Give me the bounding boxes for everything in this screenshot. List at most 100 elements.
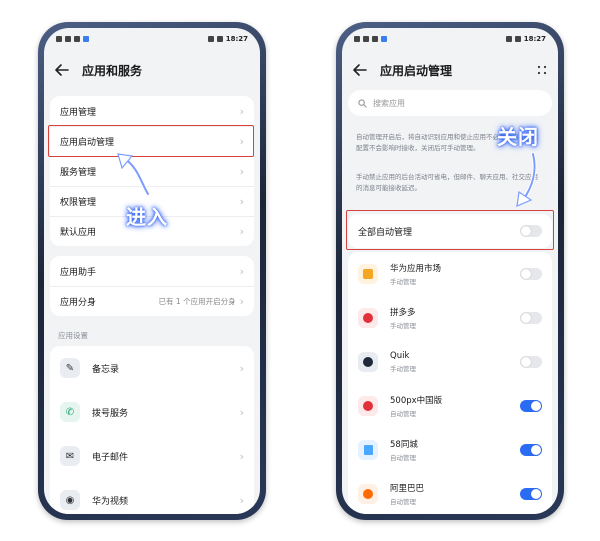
500px-icon (358, 396, 378, 416)
settings-group-apps: ✎ 备忘录 › ✆ 拨号服务 › ✉ 电子邮件 › ◉ 华为视频 › (50, 346, 254, 514)
page-title: 应用和服务 (82, 63, 143, 78)
header: 应用和服务 (44, 52, 260, 88)
status-time: 18:27 (225, 35, 248, 43)
chevron-right-icon: › (239, 405, 244, 419)
phone-frame-left: 18:27 应用和服务 应用管理 › 应用启动管理 › 服务管理 › 权限管理 … (38, 22, 266, 520)
app-name: 拼多多 (390, 308, 416, 318)
app-mode: 手动管理 (390, 322, 416, 330)
header: 应用启动管理 (342, 52, 558, 88)
app-row-58tongcheng: 58同城 自动管理 (348, 428, 552, 472)
section-label-app-settings: 应用设置 (58, 331, 88, 340)
sim-icon (56, 36, 62, 42)
menu-item-memo[interactable]: ✎ 备忘录 › (50, 346, 254, 390)
app-toggle-switch[interactable] (520, 268, 542, 280)
app-toggle-switch[interactable] (520, 312, 542, 324)
pinduoduo-icon (358, 308, 378, 328)
app-name: 58同城 (390, 440, 418, 450)
curved-arrow-down-icon (516, 152, 537, 207)
chevron-right-icon: › (239, 104, 244, 118)
menu-item-app-management[interactable]: 应用管理 › (50, 96, 254, 126)
alarm-icon (207, 36, 214, 42)
search-placeholder: 搜索应用 (373, 98, 405, 108)
battery-icon (216, 36, 223, 42)
app-row-pinduoduo: 拼多多 手动管理 (348, 296, 552, 340)
phone-frame-right: 18:27 应用启动管理 搜索应用 自动管理开启后，将自动识别应用和使止应用不必… (336, 22, 564, 520)
video-icon: ◉ (60, 490, 80, 510)
chevron-right-icon: › (239, 195, 244, 208)
status-time: 18:27 (523, 35, 546, 43)
app-toggle-switch[interactable] (520, 444, 542, 456)
menu-item-label: 应用分身 (60, 298, 97, 308)
curved-arrow-icon (117, 153, 150, 196)
app-row-alibaba: 阿里巴巴 自动管理 (348, 472, 552, 514)
chevron-right-icon: › (239, 449, 244, 463)
menu-item-app-twin[interactable]: 应用分身 已有 1 个应用开启分身 › (50, 286, 254, 316)
menu-item-huawei-video[interactable]: ◉ 华为视频 › (50, 478, 254, 514)
memo-icon: ✎ (60, 358, 80, 378)
alibaba-icon (358, 484, 378, 504)
settings-group-assist: 应用助手 › 应用分身 已有 1 个应用开启分身 › (50, 256, 254, 316)
menu-item-label: 电子邮件 (92, 452, 129, 463)
app-mode: 自动管理 (390, 410, 416, 418)
status-icons-left (56, 36, 89, 42)
chevron-right-icon: › (239, 361, 244, 375)
chevron-right-icon: › (239, 165, 244, 178)
menu-item-email[interactable]: ✉ 电子邮件 › (50, 434, 254, 478)
menu-item-value: 已有 1 个应用开启分身 (158, 297, 236, 306)
app-name: Quik (390, 351, 410, 361)
screen-app-launch-management: 18:27 应用启动管理 搜索应用 自动管理开启后，将自动识别应用和使止应用不必… (342, 28, 558, 514)
search-icon (358, 98, 367, 108)
status-icons-left (354, 36, 387, 42)
menu-item-dialer[interactable]: ✆ 拨号服务 › (50, 390, 254, 434)
back-arrow-icon[interactable] (54, 62, 70, 78)
wifi-icon (74, 36, 80, 42)
app-name: 500px中国版 (390, 396, 443, 406)
app-row-huawei-appgallery: 华为应用市场 手动管理 (348, 252, 552, 296)
signal-icon (363, 36, 369, 42)
app-name: 华为应用市场 (390, 264, 442, 274)
highlight-box (346, 210, 554, 250)
58tongcheng-icon (358, 440, 378, 460)
app-toggle-switch[interactable] (520, 400, 542, 412)
app-toggle-switch[interactable] (520, 488, 542, 500)
wifi-icon (372, 36, 378, 42)
app-mode: 自动管理 (390, 498, 416, 506)
app-mode: 自动管理 (390, 454, 416, 462)
appgallery-icon (358, 264, 378, 284)
page-title: 应用启动管理 (380, 63, 453, 78)
mail-icon: ✉ (60, 446, 80, 466)
app-name: 阿里巴巴 (390, 484, 425, 494)
app-list: 华为应用市场 手动管理 拼多多 手动管理 Quik 手动管理 500px中国版 … (348, 252, 552, 514)
annotation-enter: 进入 (126, 205, 168, 229)
menu-item-label: 备忘录 (92, 364, 120, 375)
chevron-right-icon: › (239, 295, 244, 308)
menu-item-label: 应用管理 (60, 107, 97, 118)
status-icons-right: 18:27 (207, 35, 248, 43)
app-notification-icon (83, 36, 89, 42)
chevron-right-icon: › (239, 225, 244, 238)
alarm-icon (505, 36, 512, 42)
app-mode: 手动管理 (390, 278, 416, 286)
sim-icon (354, 36, 360, 42)
chevron-right-icon: › (239, 493, 244, 507)
back-arrow-icon[interactable] (352, 62, 368, 78)
app-toggle-switch[interactable] (520, 356, 542, 368)
menu-item-label: 华为视频 (92, 496, 129, 507)
annotation-close: 关闭 (497, 125, 539, 149)
menu-item-label: 拨号服务 (92, 408, 129, 419)
app-notification-icon (381, 36, 387, 42)
status-bar: 18:27 (44, 28, 260, 50)
app-mode: 手动管理 (390, 365, 416, 373)
search-input[interactable]: 搜索应用 (348, 90, 552, 116)
quik-icon (358, 352, 378, 372)
signal-icon (65, 36, 71, 42)
status-icons-right: 18:27 (505, 35, 546, 43)
screen-app-services: 18:27 应用和服务 应用管理 › 应用启动管理 › 服务管理 › 权限管理 … (44, 28, 260, 514)
menu-item-label: 应用助手 (60, 267, 97, 278)
chevron-right-icon: › (239, 264, 244, 278)
battery-icon (514, 36, 521, 42)
menu-item-app-assistant[interactable]: 应用助手 › (50, 256, 254, 286)
phone-icon: ✆ (60, 402, 80, 422)
more-options-icon[interactable] (536, 64, 548, 76)
app-row-500px: 500px中国版 自动管理 (348, 384, 552, 428)
